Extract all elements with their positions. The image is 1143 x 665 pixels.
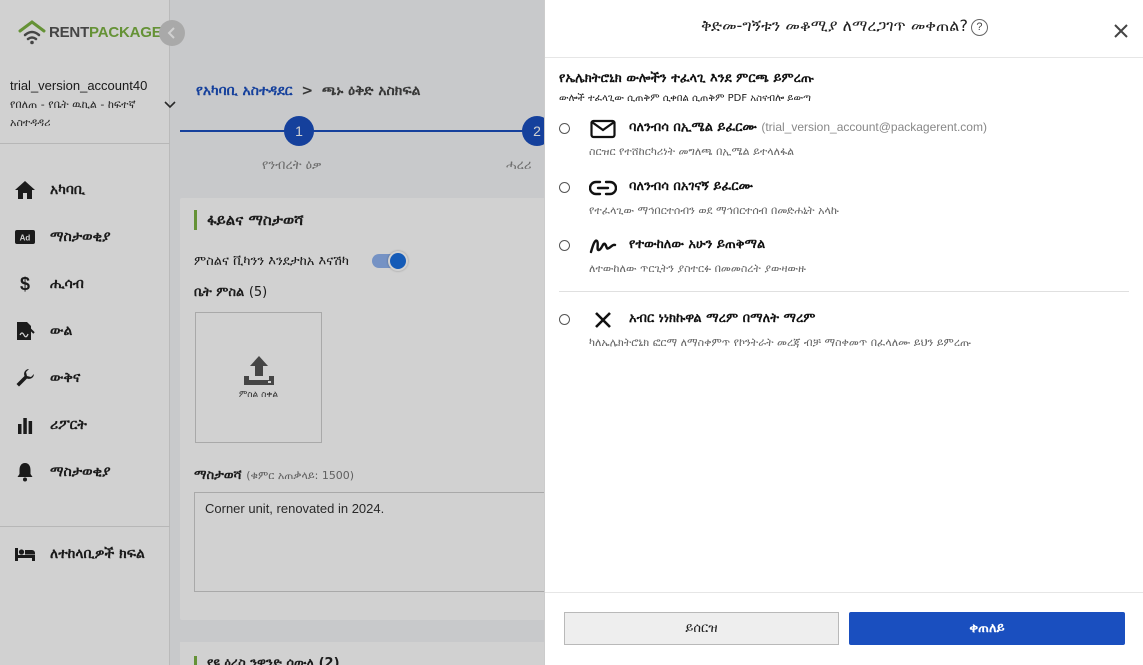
option-description: የተፈላጊው ማኅበርተሰብን ወደ ማኅበርተሰብ በመድሐኒት አላኩ bbox=[589, 204, 839, 217]
radio-button[interactable] bbox=[559, 123, 570, 134]
dialog-header-divider bbox=[545, 57, 1143, 58]
section-title: የኤሌክትሮኒክ ውሎችን ተፈላጊ እንደ ምርጫ ይምረጡ bbox=[559, 71, 814, 86]
option-label: አብር ነነክኩዋል ማረም በማለት ማረም bbox=[629, 311, 816, 326]
options-divider bbox=[559, 291, 1129, 292]
option-sign-now[interactable]: የተውከለው አሁን ይጠቅማል ለተውከለው ጥርጊትን ያስተርፉ በመመስ… bbox=[559, 237, 1129, 281]
option-description: ለተውከለው ጥርጊትን ያስተርፉ በመመስረት ያውዛውዙ bbox=[589, 262, 806, 275]
signature-method-dialog: ቅድመ-ግኝቱን መቆሚያ ለማረጋገጥ መቀጠል?? የኤሌክትሮኒክ ውሎች… bbox=[544, 0, 1143, 665]
option-description: ስርዝር የተሸከርካሪነት መግለጫ በኢሜል ይተላለፋል bbox=[589, 145, 795, 158]
envelope-icon bbox=[589, 118, 617, 140]
radio-button[interactable] bbox=[559, 314, 570, 325]
x-icon bbox=[589, 309, 617, 331]
option-label: ባለንብሳ በኢሜል ይፈርሙ (trial_version_account@p… bbox=[629, 120, 987, 135]
cancel-button[interactable]: ይሰርዝ bbox=[564, 612, 839, 645]
option-email-sign[interactable]: ባለንብሳ በኢሜል ይፈርሙ (trial_version_account@p… bbox=[559, 118, 1129, 164]
dialog-title: ቅድመ-ግኝቱን መቆሚያ ለማረጋገጥ መቀጠል?? bbox=[545, 16, 1143, 36]
close-button[interactable] bbox=[1110, 20, 1132, 42]
radio-button[interactable] bbox=[559, 240, 570, 251]
continue-button[interactable]: ቀጠለይ bbox=[849, 612, 1125, 645]
option-label: ባለንብሳ በአገናኝ ይፈርሙ bbox=[629, 179, 753, 194]
option-no-esign[interactable]: አብር ነነክኩዋል ማረም በማለት ማረም ካለኤሌክትሮኒክ ፎርማ ለማ… bbox=[559, 311, 1129, 355]
close-icon bbox=[1114, 24, 1128, 38]
radio-button[interactable] bbox=[559, 182, 570, 193]
help-icon[interactable]: ? bbox=[970, 19, 988, 36]
link-icon bbox=[589, 177, 617, 199]
option-description: ካለኤሌክትሮኒክ ፎርማ ለማስቀምጥ የኮንትራት መረጃ ብቻ ማስቀመጥ… bbox=[589, 336, 972, 349]
option-link-sign[interactable]: ባለንብሳ በአገናኝ ይፈርሙ የተፈላጊው ማኅበርተሰብን ወደ ማኅበር… bbox=[559, 179, 1129, 223]
dialog-footer-divider bbox=[545, 592, 1143, 593]
signature-icon bbox=[589, 235, 617, 257]
section-subtitle: ውሎች ተፈላጊው ሲጠቅም ሲቀበል ሲጠቅም PDF አስናብሎ ይውጣ bbox=[559, 93, 811, 104]
option-email: (trial_version_account@packagerent.com) bbox=[761, 120, 987, 134]
option-label: የተውከለው አሁን ይጠቅማል bbox=[629, 237, 766, 252]
